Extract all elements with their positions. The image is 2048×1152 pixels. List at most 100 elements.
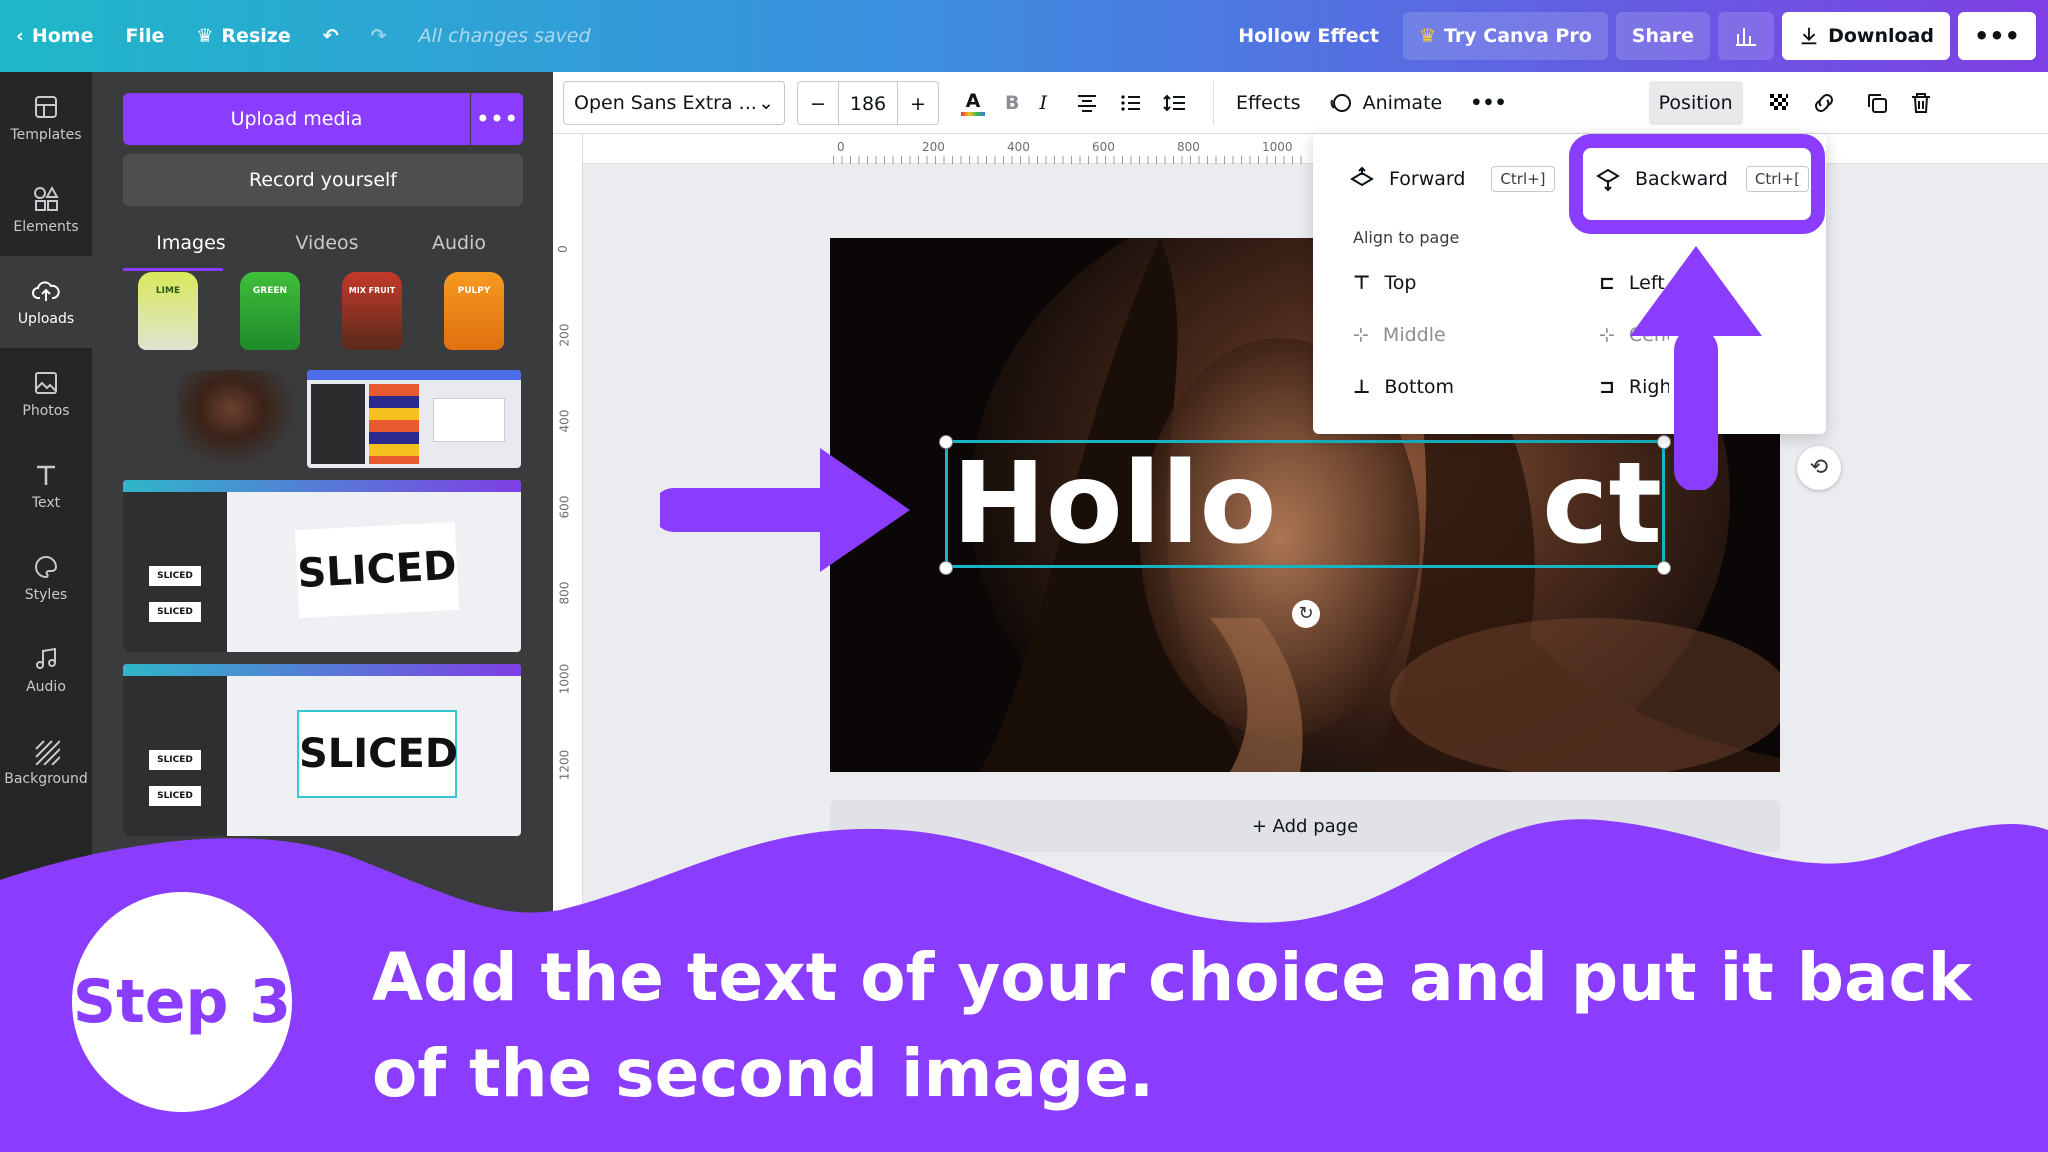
share-button[interactable]: Share (1615, 12, 1711, 60)
duplicate-icon (1867, 93, 1887, 113)
upload-thumbnail[interactable]: SLICED SLICED SLICED (123, 480, 521, 652)
bold-button[interactable]: B (995, 81, 1029, 125)
rail-item-styles[interactable]: Styles (0, 532, 92, 624)
tab-images[interactable]: Images (123, 232, 259, 268)
tab-videos[interactable]: Videos (259, 232, 395, 268)
text-icon (37, 465, 55, 485)
try-pro-button[interactable]: ♛ Try Canva Pro (1403, 12, 1608, 60)
more-button[interactable]: ••• (1957, 12, 2036, 60)
resize-button[interactable]: ♛ Resize (180, 12, 306, 60)
rail-item-photos[interactable]: Photos (0, 348, 92, 440)
upload-thumbnail[interactable] (177, 370, 297, 468)
link-button[interactable] (1801, 81, 1847, 125)
design-title[interactable]: Hollow Effect (1238, 25, 1379, 47)
resize-handle[interactable] (939, 435, 953, 449)
position-button[interactable]: Position (1648, 80, 1743, 125)
rail-item-text[interactable]: Text (0, 440, 92, 532)
rail-item-templates[interactable]: Templates (0, 72, 92, 164)
layer-forward-icon (1350, 166, 1374, 187)
elements-icon (34, 185, 59, 211)
list-icon (1121, 94, 1140, 111)
ruler-tick: 400 (557, 409, 572, 433)
more-icon: ••• (475, 105, 519, 133)
ruler-tick: 1200 (557, 749, 572, 781)
undo-icon: ↶ (322, 25, 339, 47)
increase-font-button[interactable]: + (898, 82, 938, 126)
effects-button[interactable]: Effects (1213, 80, 1311, 125)
redo-icon: ↷ (370, 25, 387, 47)
download-button[interactable]: Download (1782, 12, 1950, 60)
bold-icon: B (1005, 91, 1020, 114)
upload-options-button[interactable]: ••• (471, 93, 523, 145)
crown-icon: ♛ (196, 25, 214, 47)
align-top-item[interactable]: ⊤ Top (1353, 272, 1416, 294)
templates-icon (35, 96, 57, 118)
tutorial-caption: Add the text of your choice and put it b… (372, 939, 1972, 1112)
ruler-tick: 800 (1177, 140, 1200, 154)
cloud-upload-icon (32, 281, 60, 301)
top-bar: ‹ Home File ♛ Resize ↶ ↷ All changes sav… (0, 0, 2048, 72)
more-options-button[interactable]: ••• (1460, 81, 1516, 125)
upload-thumbnail[interactable]: GREEN (240, 272, 304, 352)
insights-button[interactable] (1718, 12, 1775, 60)
italic-button[interactable]: I (1029, 81, 1057, 125)
font-family-select[interactable]: Open Sans Extra ... ⌄ (563, 80, 785, 125)
text-color-icon: A (965, 89, 981, 112)
ruler-tick: 200 (922, 140, 945, 154)
upload-thumbnail[interactable]: PULPY (444, 272, 508, 352)
rail-item-uploads[interactable]: Uploads (0, 256, 92, 348)
crown-icon: ♛ (1419, 25, 1437, 47)
align-middle-item[interactable]: ⊹ Middle (1353, 324, 1446, 346)
text-color-button[interactable]: A (951, 81, 995, 125)
rail-item-elements[interactable]: Elements (0, 164, 92, 256)
chevron-left-icon: ‹ (16, 25, 24, 47)
undo-button[interactable]: ↶ (307, 12, 355, 60)
font-size-stepper: − 186 + (797, 80, 939, 126)
rail-item-background[interactable]: Background (0, 716, 92, 808)
thumb-caption: SLICED (149, 602, 201, 622)
comment-button[interactable]: ⟲ (1797, 446, 1841, 490)
list-button[interactable] (1109, 81, 1153, 125)
thumb-caption: SLICED (294, 521, 460, 619)
bar-chart-icon (1736, 28, 1757, 46)
ruler-tick: 0 (555, 245, 570, 253)
tab-audio[interactable]: Audio (395, 232, 523, 268)
upload-media-button[interactable]: Upload media (123, 93, 470, 145)
hollow-text-start: Hollo (952, 440, 1277, 568)
font-size-input[interactable]: 186 (838, 81, 898, 126)
rail-item-audio[interactable]: Audio (0, 624, 92, 716)
decrease-font-button[interactable]: − (798, 82, 838, 126)
redo-button[interactable]: ↷ (355, 12, 403, 60)
rotate-handle[interactable]: ↻ (1292, 600, 1320, 628)
duplicate-button[interactable] (1855, 81, 1899, 125)
bottle-label: GREEN (240, 272, 300, 350)
align-center-icon: ⊹ (1599, 324, 1615, 346)
palette-icon (35, 555, 58, 579)
selected-text-element[interactable]: Hollo ct (945, 440, 1665, 568)
animate-icon (1330, 93, 1351, 112)
spacing-button[interactable] (1153, 81, 1197, 125)
more-icon: ••• (1973, 22, 2020, 50)
arrow-right-icon (660, 448, 910, 572)
photos-icon (35, 372, 57, 394)
backward-highlight-box (1569, 134, 1825, 234)
record-yourself-button[interactable]: Record yourself (123, 154, 523, 206)
align-bottom-item[interactable]: ⊥ Bottom (1353, 376, 1454, 398)
resize-handle[interactable] (939, 561, 953, 575)
resize-handle[interactable] (1657, 561, 1671, 575)
home-button[interactable]: ‹ Home (0, 12, 109, 60)
forward-menu-item[interactable]: Forward Ctrl+] (1349, 166, 1555, 192)
delete-button[interactable] (1899, 81, 1943, 125)
upload-thumbnail[interactable]: MIX FRUIT (342, 272, 406, 352)
animate-button[interactable]: Animate (1319, 81, 1453, 125)
chevron-down-icon: ⌄ (758, 91, 774, 114)
align-center-icon (1078, 94, 1096, 112)
align-top-icon: ⊤ (1353, 272, 1371, 294)
transparency-button[interactable] (1757, 81, 1801, 125)
ruler-tick: 400 (1007, 140, 1030, 154)
file-menu[interactable]: File (109, 12, 180, 60)
align-button[interactable] (1065, 81, 1109, 125)
upload-thumbnail[interactable] (307, 370, 521, 468)
color-bar (961, 111, 985, 116)
upload-thumbnail[interactable]: LIME (138, 272, 202, 352)
